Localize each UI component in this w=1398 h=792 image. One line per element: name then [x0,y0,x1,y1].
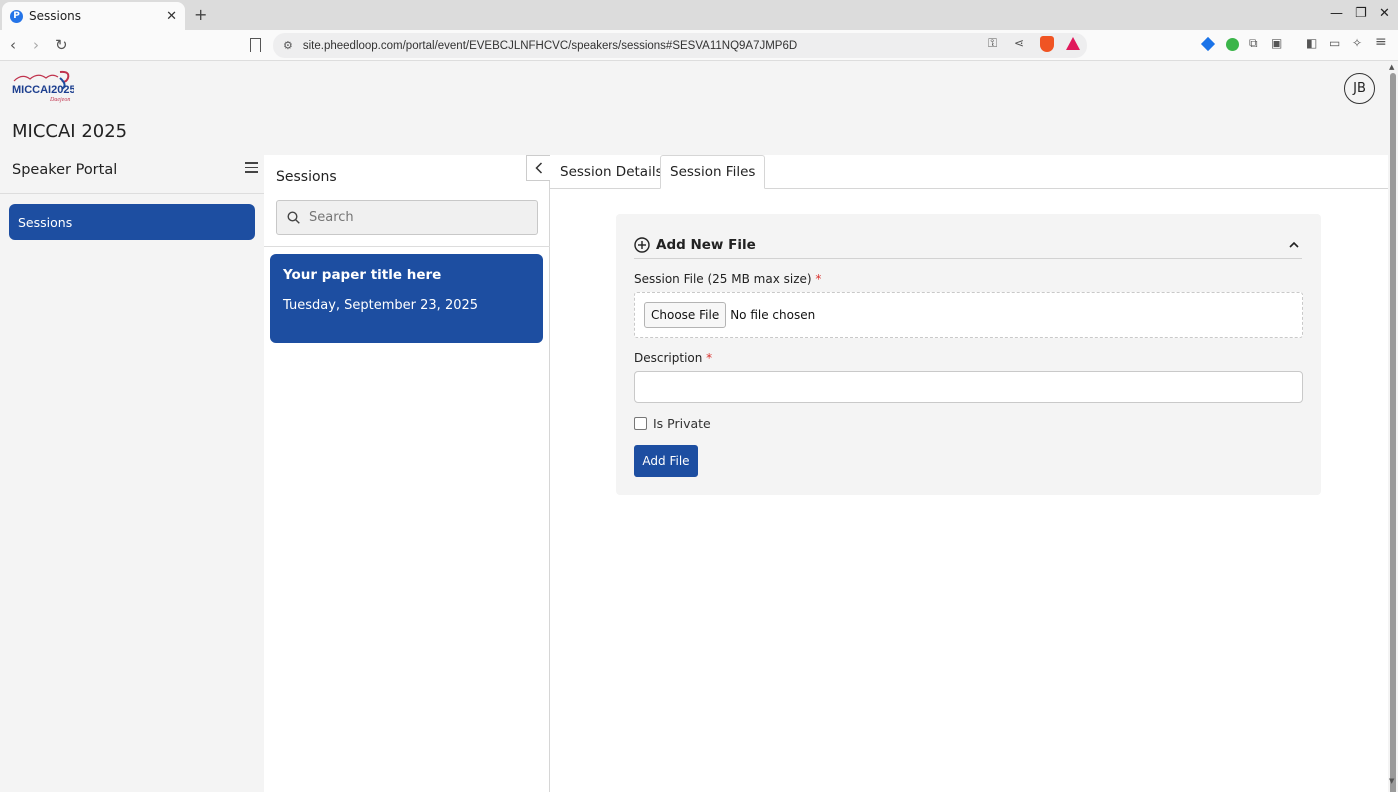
back-icon[interactable]: ‹ [10,36,16,54]
chevron-up-icon[interactable] [1288,240,1300,250]
search-input[interactable] [309,210,519,225]
leo-ai-icon[interactable]: ✧ [1352,36,1362,50]
reload-icon[interactable]: ↻ [55,36,68,54]
close-window-icon[interactable]: ✕ [1379,6,1390,21]
portal-title: Speaker Portal [12,162,118,178]
minimize-icon[interactable]: — [1330,6,1343,21]
svg-text:Daejeon: Daejeon [49,97,70,103]
url-text: site.pheedloop.com/portal/event/EVEBCJLN… [302,39,798,52]
description-label-text: Description [634,351,703,365]
choose-file-button[interactable]: Choose File [644,302,727,328]
divider [264,246,550,247]
file-drop-zone[interactable]: Choose File No file chosen [634,292,1303,338]
session-date: Tuesday, September 23, 2025 [283,298,479,313]
session-title: Your paper title here [283,267,442,283]
sessions-panel-title: Sessions [276,169,337,185]
extensions-puzzle-icon[interactable]: ⧉ [1249,36,1258,51]
add-file-header[interactable]: Add New File [634,232,1302,259]
session-list-item[interactable]: Your paper title here Tuesday, September… [270,254,543,343]
search-box[interactable] [276,200,538,235]
pheedloop-favicon-icon: P [10,9,23,23]
miccai-logo: MICCAI2025 Daejeon [12,70,74,103]
close-tab-icon[interactable]: ✕ [166,9,177,24]
page-scrollbar[interactable]: ▲ ▼ [1388,61,1398,792]
restore-icon[interactable]: ❐ [1355,6,1367,21]
share-icon[interactable]: ⋖ [1014,36,1024,50]
new-tab-icon[interactable]: + [194,5,207,24]
scroll-down-icon[interactable]: ▼ [1389,777,1394,785]
key-icon[interactable]: ⚿ [988,36,997,51]
description-label: Description * [634,351,712,365]
add-circle-icon [634,237,650,253]
menu-icon[interactable]: ≡ [1375,34,1387,50]
logo-text: MICCAI2025 [12,84,74,96]
tab-session-details[interactable]: Session Details [551,155,672,189]
sidebar [0,155,264,792]
extension-icon[interactable] [1226,38,1239,51]
is-private-label: Is Private [653,416,711,431]
sidebar-toggle-icon[interactable]: ◧ [1306,36,1317,50]
required-marker: * [815,272,822,286]
scrollbar-thumb[interactable] [1390,73,1396,792]
forward-icon[interactable]: › [33,36,39,54]
sessions-list-panel [264,155,550,792]
session-file-label: Session File (25 MB max size) * [634,272,821,286]
tab-session-files[interactable]: Session Files [660,155,766,189]
search-icon [287,211,300,224]
chevron-left-icon [534,162,542,174]
scroll-up-icon[interactable]: ▲ [1389,63,1394,71]
address-bar[interactable]: ⚙ site.pheedloop.com/portal/event/EVEBCJ… [273,33,1087,58]
wallet-icon[interactable]: ▭ [1329,36,1340,50]
session-file-label-text: Session File (25 MB max size) [634,272,812,286]
no-file-chosen-text: No file chosen [730,308,816,322]
tab-label: Session Files [670,164,756,180]
browser-toolbar: ‹ › ↻ ⚙ site.pheedloop.com/portal/event/… [0,30,1398,61]
browser-tab-bar: P Sessions ✕ + — ❐ ✕ [0,0,1398,30]
browser-tab[interactable]: P Sessions ✕ [2,2,185,30]
collapse-panel-button[interactable] [526,155,550,181]
divider [0,193,264,194]
tab-label: Session Details [560,164,663,180]
extension-icon[interactable] [1200,36,1216,52]
site-settings-icon[interactable]: ⚙ [283,39,293,52]
is-private-option[interactable]: Is Private [634,416,711,431]
bookmark-icon[interactable] [250,38,261,52]
description-field[interactable] [634,371,1303,403]
user-avatar[interactable]: JB [1344,73,1375,104]
brave-shields-icon[interactable] [1040,36,1054,52]
required-marker: * [706,351,713,365]
browser-tab-title: Sessions [29,9,82,23]
is-private-checkbox[interactable] [634,417,647,430]
event-title: MICCAI 2025 [12,121,128,142]
tab-search-icon[interactable]: ▣ [1271,36,1282,50]
hamburger-menu-icon[interactable] [245,162,258,173]
sidebar-item-sessions[interactable]: Sessions [9,204,255,240]
add-file-button[interactable]: Add File [634,445,698,477]
sidebar-item-label: Sessions [18,214,73,230]
add-file-heading: Add New File [656,237,756,253]
brave-rewards-icon[interactable] [1066,37,1080,50]
